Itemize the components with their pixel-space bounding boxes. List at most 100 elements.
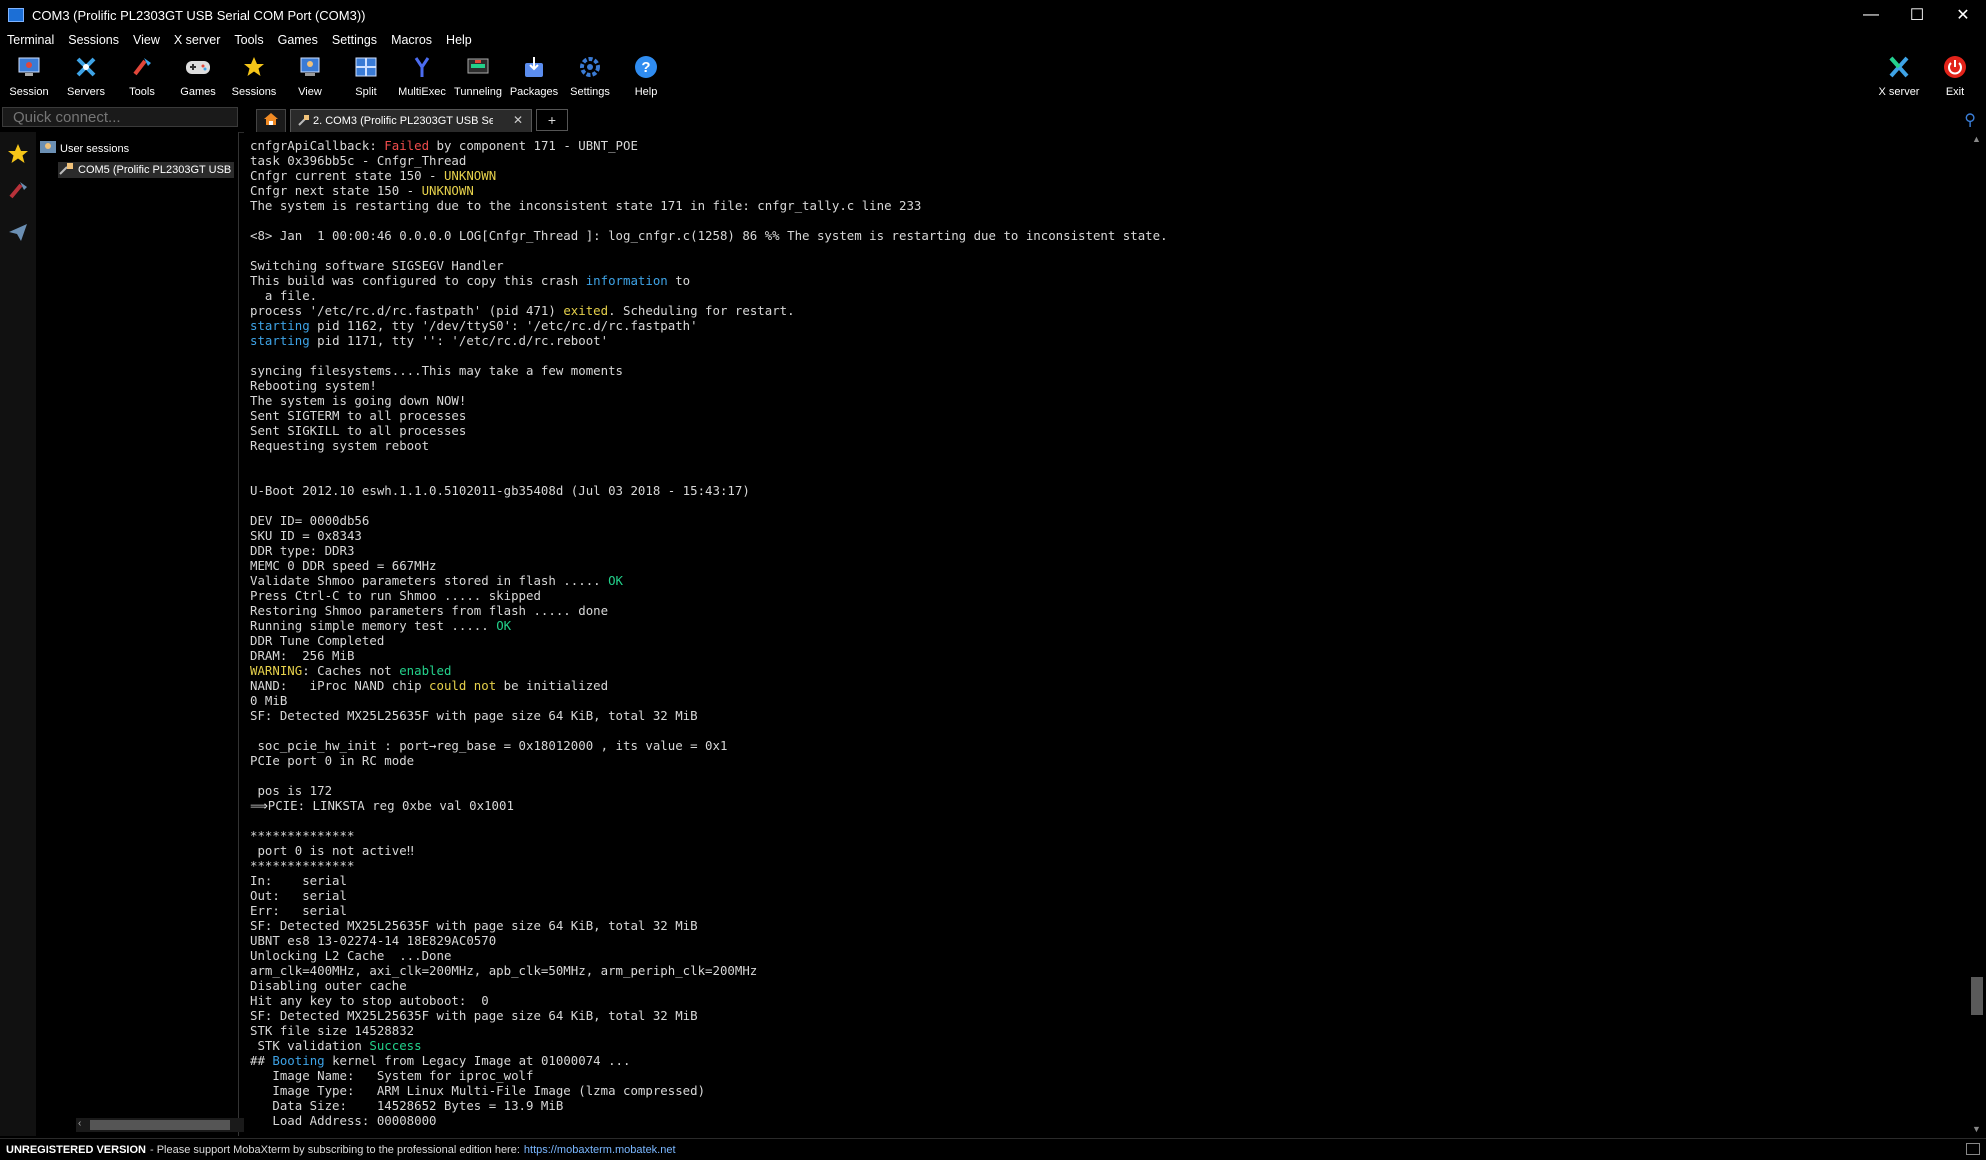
terminal-segment: Failed — [384, 138, 430, 153]
terminal-segment: UBNT es8 13-02274-14 18E829AC0570 — [250, 933, 497, 948]
menu-view[interactable]: View — [126, 33, 167, 47]
plus-icon: + — [547, 112, 557, 128]
terminal-segment: SF: Detected MX25L25635F with page size … — [250, 708, 698, 723]
toolbar-servers-button[interactable]: Servers — [58, 52, 114, 102]
menu-help[interactable]: Help — [439, 33, 479, 47]
toolbar-games-button[interactable]: Games — [170, 52, 226, 102]
terminal-line: Press Ctrl-C to run Shmoo ..... skipped — [250, 588, 1168, 603]
terminal-segment: U-Boot 2012.10 eswh.1.1.0.5102011-gb3540… — [250, 483, 750, 498]
terminal-scroll-thumb[interactable] — [1971, 977, 1983, 1015]
toolbar-sessions-button[interactable]: Sessions — [226, 52, 282, 102]
paper-plane-icon — [7, 221, 29, 248]
toolbar-packages-button[interactable]: Packages — [506, 52, 562, 102]
menu-settings[interactable]: Settings — [325, 33, 384, 47]
terminal-line: UBNT es8 13-02274-14 18E829AC0570 — [250, 933, 1168, 948]
menu-tools[interactable]: Tools — [227, 33, 270, 47]
toolbar-help-button[interactable]: ? Help — [618, 52, 674, 102]
terminal-vertical-scrollbar[interactable]: ▲ ▼ — [1968, 132, 1986, 1136]
toolbar-session-button[interactable]: Session — [1, 52, 57, 102]
tab-com3-session[interactable]: 2. COM3 (Prolific PL2303GT USB Serial CO… — [290, 109, 532, 132]
toolbar: Session Servers Tools Games Sessions Vie… — [0, 50, 1986, 104]
terminal-segment: UNKNOWN — [421, 183, 474, 198]
toolbar-x-server-button[interactable]: X server — [1871, 52, 1927, 102]
terminal-line: The system is restarting due to the inco… — [250, 198, 1168, 213]
tab-bar: 2. COM3 (Prolific PL2303GT USB Serial CO… — [0, 104, 1986, 133]
menu-x-server[interactable]: X server — [167, 33, 228, 47]
terminal-line: Load Address: 00008000 — [250, 1113, 1168, 1128]
sidebar-horizontal-scrollbar[interactable]: ‹ › — [76, 1118, 270, 1132]
terminal-segment: ⟹PCIE: LINKSTA reg 0xbe val 0x1001 — [250, 798, 514, 813]
terminal-segment: pid 1162, tty '/dev/ttyS0': '/etc/rc.d/r… — [309, 318, 698, 333]
toolbar-tools-button[interactable]: Tools — [114, 52, 170, 102]
sessions-star-tab[interactable] — [4, 138, 32, 174]
terminal-segment: In: serial — [250, 873, 347, 888]
terminal-segment: WARNING — [250, 663, 303, 678]
new-tab-button[interactable]: + — [536, 109, 568, 131]
minimize-button[interactable]: — — [1848, 0, 1894, 30]
paperclip-icon[interactable]: ⚲ — [1964, 110, 1976, 130]
terminal-line: DDR Tune Completed — [250, 633, 1168, 648]
servers-icon — [73, 54, 99, 80]
serial-plug-icon — [58, 162, 74, 178]
maximize-button[interactable]: ☐ — [1894, 0, 1940, 30]
tree-com5-session[interactable]: COM5 (Prolific PL2303GT USB Serial COM P… — [58, 162, 234, 178]
terminal-segment: SF: Detected MX25L25635F with page size … — [250, 918, 698, 933]
toolbar-exit-button[interactable]: Exit — [1927, 52, 1983, 102]
toolbar-settings-button[interactable]: Settings — [562, 52, 618, 102]
xserver-icon — [1886, 54, 1912, 80]
terminal-segment: Load Address: 00008000 — [250, 1113, 437, 1128]
terminal-segment: Image Name: System for iproc_wolf — [250, 1068, 534, 1083]
terminal-line: Validate Shmoo parameters stored in flas… — [250, 573, 1168, 588]
terminal-segment: Disabling outer cache — [250, 978, 407, 993]
terminal-line: U-Boot 2012.10 eswh.1.1.0.5102011-gb3540… — [250, 483, 1168, 498]
menu-sessions[interactable]: Sessions — [61, 33, 126, 47]
terminal-segment: Cnfgr next state 150 - — [250, 183, 422, 198]
maximize-icon: ☐ — [1909, 7, 1925, 24]
terminal-line: 0 MiB — [250, 693, 1168, 708]
scroll-left-icon[interactable]: ‹ — [78, 1118, 81, 1129]
scroll-down-icon[interactable]: ▼ — [1972, 1124, 1981, 1134]
mobaxterm-link[interactable]: https://mobaxterm.mobatek.net — [524, 1144, 676, 1156]
terminal-line: ************** — [250, 828, 1168, 843]
resize-grip-icon[interactable] — [1966, 1143, 1980, 1155]
terminal-segment: Hit any key to stop autoboot: 0 — [250, 993, 489, 1008]
toolbar-split-button[interactable]: Split — [338, 52, 394, 102]
send-side-tab[interactable] — [4, 216, 32, 252]
sidebar-scroll-thumb[interactable] — [90, 1120, 230, 1130]
terminal-segment: Switching software SIGSEGV Handler — [250, 258, 504, 273]
terminal-segment: could not — [429, 678, 497, 693]
home-tab[interactable] — [256, 109, 286, 132]
support-text: - Please support MobaXterm by subscribin… — [149, 1143, 520, 1156]
terminal-pane[interactable]: cnfgrApiCallback: Failed by component 17… — [244, 132, 1968, 1136]
terminal-line: SF: Detected MX25L25635F with page size … — [250, 1008, 1168, 1023]
terminal-line: PCIe port 0 in RC mode — [250, 753, 1168, 768]
quick-connect-input[interactable] — [2, 107, 238, 127]
tree-user-sessions[interactable]: User sessions — [40, 140, 129, 157]
terminal-line: Switching software SIGSEGV Handler — [250, 258, 1168, 273]
toolbar-tunneling-button[interactable]: Tunneling — [450, 52, 506, 102]
unregistered-label: UNREGISTERED VERSION — [6, 1143, 146, 1156]
tab-label: 2. COM3 (Prolific PL2303GT USB Serial CO… — [313, 115, 493, 127]
menu-terminal[interactable]: Terminal — [0, 33, 61, 47]
terminal-segment: ************** — [250, 828, 355, 843]
terminal-segment: Unlocking L2 Cache ...Done — [250, 948, 452, 963]
split-icon — [353, 54, 379, 80]
terminal-segment: enabled — [399, 663, 452, 678]
menu-macros[interactable]: Macros — [384, 33, 439, 47]
scroll-up-icon[interactable]: ▲ — [1972, 134, 1981, 144]
menu-games[interactable]: Games — [271, 33, 325, 47]
terminal-segment: Sent SIGTERM to all processes — [250, 408, 467, 423]
toolbar-multiexec-button[interactable]: MultiExec — [394, 52, 450, 102]
svg-text:?: ? — [641, 59, 650, 76]
user-folder-icon — [40, 140, 56, 157]
tab-close-icon[interactable]: ✕ — [513, 113, 523, 127]
tools-side-tab[interactable] — [4, 174, 32, 210]
terminal-line: DDR type: DDR3 — [250, 543, 1168, 558]
terminal-line: process '/etc/rc.d/rc.fastpath' (pid 471… — [250, 303, 1168, 318]
close-button[interactable]: ✕ — [1940, 0, 1986, 30]
toolbar-view-button[interactable]: View — [282, 52, 338, 102]
